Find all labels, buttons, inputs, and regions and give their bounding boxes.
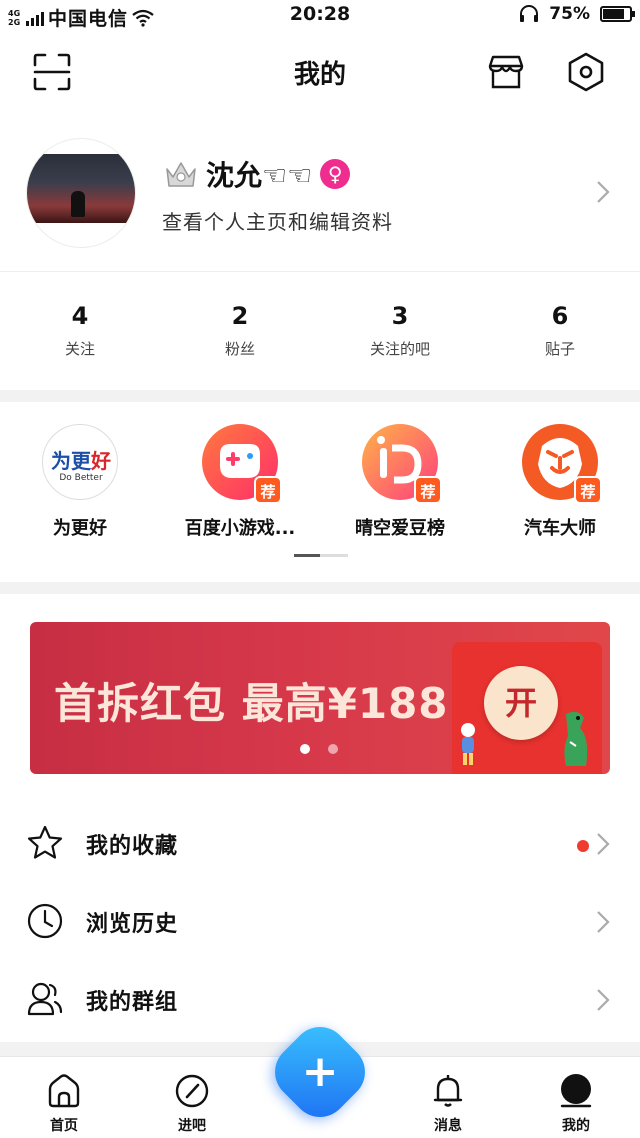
recommend-badge: 荐 <box>574 476 602 504</box>
chevron-right-icon <box>597 833 610 855</box>
home-icon <box>48 1074 80 1108</box>
child-figure-image <box>461 723 475 765</box>
group-icon <box>27 982 63 1016</box>
app-label: 百度小游戏... <box>184 518 296 539</box>
chevron-right-icon <box>597 989 610 1011</box>
open-envelope-button[interactable]: 开 <box>484 666 558 740</box>
stat-label: 粉丝 <box>224 340 255 358</box>
stat-following[interactable]: 4 关注 <box>0 272 160 390</box>
profile-subtitle: 查看个人主页和编辑资料 <box>162 210 393 234</box>
status-right: 75% <box>519 4 635 24</box>
gender-female-icon: ♀ <box>320 159 351 189</box>
compass-icon <box>175 1074 209 1108</box>
logo-subtext: Do Better <box>59 473 103 483</box>
menu-label: 浏览历史 <box>86 912 179 937</box>
tab-label: 首页 <box>50 1118 78 1134</box>
stat-value: 2 <box>231 302 249 330</box>
avatar[interactable] <box>26 138 136 248</box>
red-packet-banner[interactable]: 首拆红包 最高¥188 开 <box>30 622 610 774</box>
tab-label: 进吧 <box>178 1118 206 1134</box>
stat-followed-bars[interactable]: 3 关注的吧 <box>320 272 480 390</box>
stat-label: 贴子 <box>544 340 575 358</box>
clock-icon <box>27 903 63 939</box>
dinosaur-image <box>564 711 588 766</box>
lion-icon: 荐 <box>522 424 602 504</box>
banner-text: 首拆红包 最高¥188 <box>54 679 449 728</box>
menu-item-history[interactable]: 浏览历史 <box>0 882 640 960</box>
tab-home[interactable]: 首页 <box>0 1057 128 1138</box>
tab-messages[interactable]: 消息 <box>384 1057 512 1138</box>
gamepad-icon: 荐 <box>202 424 282 504</box>
battery-icon <box>600 6 635 22</box>
banner-page-dots <box>300 744 338 754</box>
stat-value: 3 <box>391 302 409 330</box>
star-icon <box>27 825 63 859</box>
crown-icon <box>166 162 196 187</box>
menu-item-favorites[interactable]: 我的收藏 <box>0 804 640 882</box>
stat-fans[interactable]: 2 粉丝 <box>160 272 320 390</box>
page-title: 我的 <box>293 60 346 90</box>
menu-label: 我的群组 <box>86 990 179 1015</box>
apps-page-indicator <box>294 554 348 557</box>
tab-label: 消息 <box>434 1118 462 1134</box>
battery-percent: 75% <box>549 4 590 24</box>
bell-icon <box>433 1075 463 1107</box>
stat-value: 4 <box>71 302 89 330</box>
menu-label: 我的收藏 <box>86 834 179 859</box>
recommend-badge: 荐 <box>254 476 282 504</box>
tab-explore[interactable]: 进吧 <box>128 1057 256 1138</box>
logo-text: 为更好 <box>51 449 111 473</box>
stat-posts[interactable]: 6 贴子 <box>480 272 640 390</box>
battery-fill <box>603 9 624 19</box>
app-label: 汽车大师 <box>524 518 596 539</box>
recommend-badge: 荐 <box>414 476 442 504</box>
unread-dot <box>577 840 589 852</box>
section-divider <box>0 390 640 402</box>
app-label: 为更好 <box>53 518 107 539</box>
stat-label: 关注的吧 <box>369 340 430 358</box>
status-bar: 4G 2G 中国电信 20:28 75% <box>0 0 640 32</box>
section-divider <box>0 582 640 594</box>
headphones-icon <box>520 5 539 22</box>
chevron-right-icon <box>597 181 610 203</box>
chevron-right-icon <box>597 911 610 933</box>
username: 沈允☜☜ <box>206 159 313 192</box>
username-row: 沈允☜☜ ♀ <box>164 154 351 194</box>
idol-logo-icon: 荐 <box>362 424 442 504</box>
stats-row: 4 关注 2 粉丝 3 关注的吧 6 贴子 <box>0 272 640 390</box>
stat-label: 关注 <box>64 340 95 358</box>
profile-card[interactable]: 沈允☜☜ ♀ 查看个人主页和编辑资料 <box>0 112 640 272</box>
tab-me[interactable]: 我的 <box>512 1057 640 1138</box>
store-icon[interactable] <box>486 52 526 92</box>
settings-icon[interactable] <box>566 52 606 92</box>
profile-icon <box>560 1074 592 1108</box>
app-do-better[interactable]: 为更好 Do Better 为更好 <box>0 402 160 582</box>
stat-value: 6 <box>551 302 569 330</box>
top-nav: 我的 <box>0 32 640 112</box>
app-label: 晴空爱豆榜 <box>355 518 445 539</box>
app-car-master[interactable]: 荐 汽车大师 <box>480 402 640 582</box>
plus-icon[interactable]: + <box>280 1032 360 1112</box>
do-better-logo-icon: 为更好 Do Better <box>42 424 118 500</box>
tab-label: 我的 <box>562 1118 590 1134</box>
